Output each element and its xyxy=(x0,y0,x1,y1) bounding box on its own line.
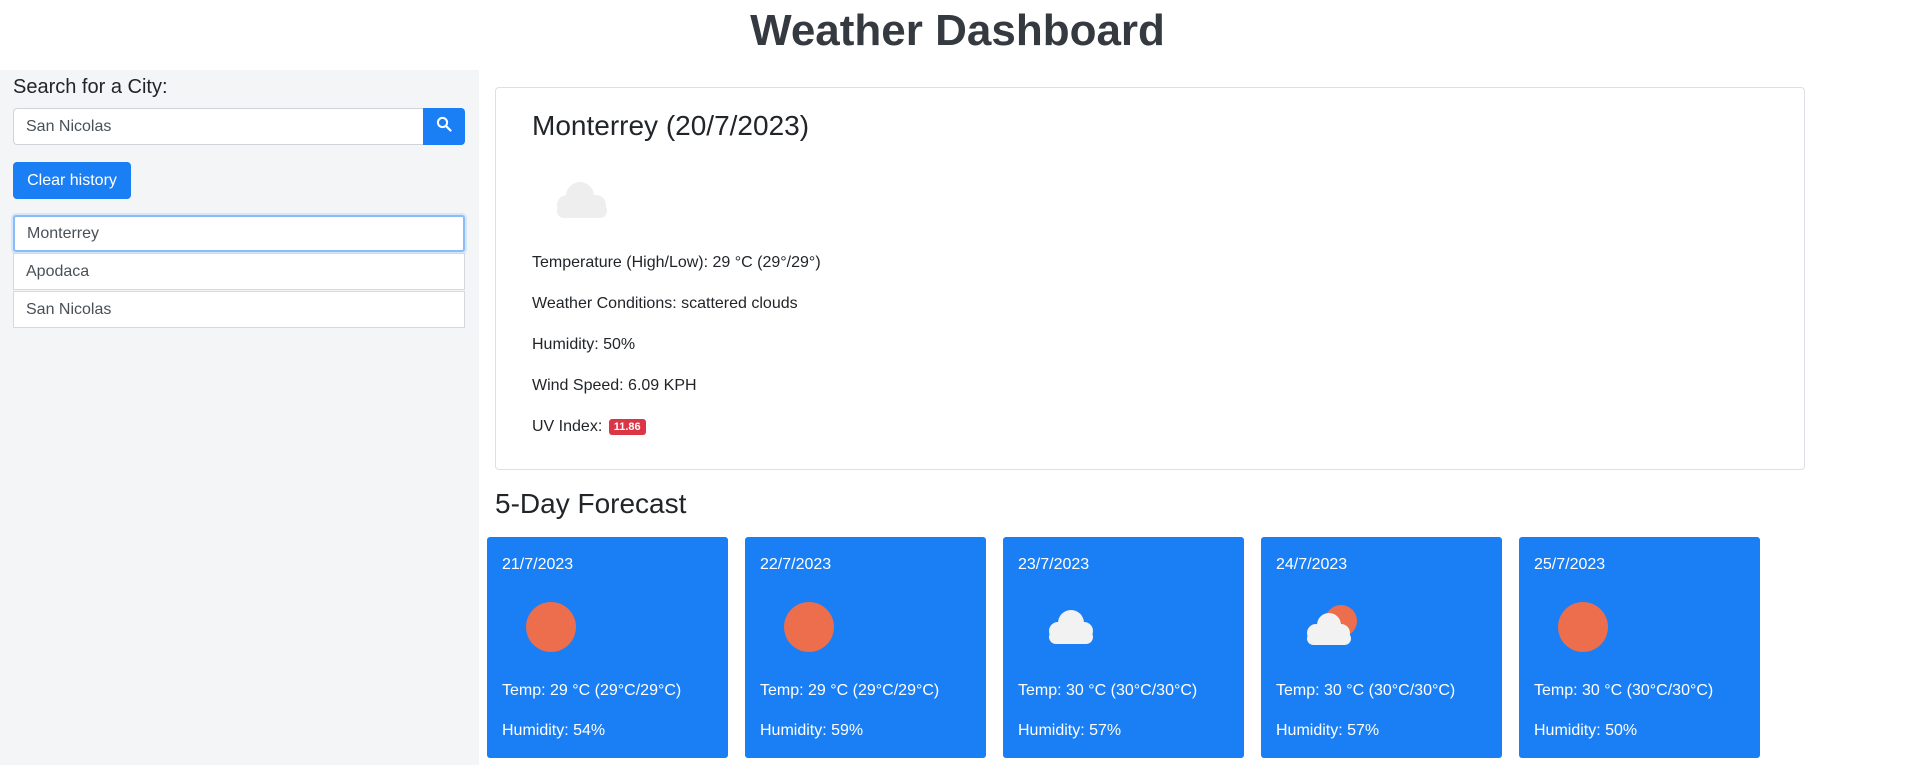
uv-label: UV Index: xyxy=(532,418,603,435)
current-conditions: Weather Conditions: scattered clouds xyxy=(532,295,798,312)
current-wind: Wind Speed: 6.09 KPH xyxy=(532,377,697,394)
search-input[interactable] xyxy=(13,108,423,145)
forecast-humidity: Humidity: 57% xyxy=(1018,722,1122,739)
forecast-temp: Temp: 30 °C (30°C/30°C) xyxy=(1018,682,1198,699)
partly-cloudy-icon xyxy=(1295,597,1365,662)
forecast-card: 24/7/2023 Temp: 30 °C (30°C/30°C) Humidi… xyxy=(1261,537,1502,758)
page-title: Weather Dashboard xyxy=(750,6,1165,55)
search-history: Monterrey Apodaca San Nicolas xyxy=(13,215,465,329)
forecast-humidity: Humidity: 57% xyxy=(1276,722,1380,739)
sun-icon xyxy=(779,597,849,662)
forecast-title: 5-Day Forecast xyxy=(495,488,687,519)
forecast-temp: Temp: 30 °C (30°C/30°C) xyxy=(1276,682,1456,699)
search-icon xyxy=(436,116,452,137)
history-item[interactable]: Monterrey xyxy=(13,215,465,252)
forecast-date: 24/7/2023 xyxy=(1276,556,1348,573)
current-weather-card: Monterrey (20/7/2023) Temperature (High/… xyxy=(495,87,1805,470)
forecast-humidity: Humidity: 50% xyxy=(1534,722,1638,739)
current-uv: UV Index: 11.86 xyxy=(532,418,646,436)
current-humidity: Humidity: 50% xyxy=(532,336,636,353)
current-city-title: Monterrey (20/7/2023) xyxy=(532,110,810,141)
search-label: Search for a City: xyxy=(13,76,168,98)
current-temperature: Temperature (High/Low): 29 °C (29°/29°) xyxy=(532,254,821,271)
cloud-icon xyxy=(1037,597,1107,662)
history-item[interactable]: Apodaca xyxy=(13,253,465,290)
uv-badge: 11.86 xyxy=(608,418,646,435)
sun-icon xyxy=(521,597,591,662)
forecast-card: 22/7/2023 Temp: 29 °C (29°C/29°C) Humidi… xyxy=(745,537,986,758)
forecast-date: 25/7/2023 xyxy=(1534,556,1606,573)
forecast-card: 23/7/2023 Temp: 30 °C (30°C/30°C) Humidi… xyxy=(1003,537,1244,758)
forecast-card: 25/7/2023 Temp: 30 °C (30°C/30°C) Humidi… xyxy=(1519,537,1760,758)
forecast-humidity: Humidity: 59% xyxy=(760,722,864,739)
forecast-humidity: Humidity: 54% xyxy=(502,722,606,739)
clear-history-button[interactable]: Clear history xyxy=(13,162,131,199)
forecast-temp: Temp: 29 °C (29°C/29°C) xyxy=(760,682,940,699)
forecast-temp: Temp: 29 °C (29°C/29°C) xyxy=(502,682,682,699)
forecast-date: 22/7/2023 xyxy=(760,556,832,573)
cloud-icon xyxy=(550,178,614,225)
sun-icon xyxy=(1553,597,1623,662)
forecast-temp: Temp: 30 °C (30°C/30°C) xyxy=(1534,682,1714,699)
forecast-date: 23/7/2023 xyxy=(1018,556,1090,573)
history-item[interactable]: San Nicolas xyxy=(13,291,465,328)
forecast-date: 21/7/2023 xyxy=(502,556,574,573)
search-button[interactable] xyxy=(423,108,465,145)
forecast-card: 21/7/2023 Temp: 29 °C (29°C/29°C) Humidi… xyxy=(487,537,728,758)
